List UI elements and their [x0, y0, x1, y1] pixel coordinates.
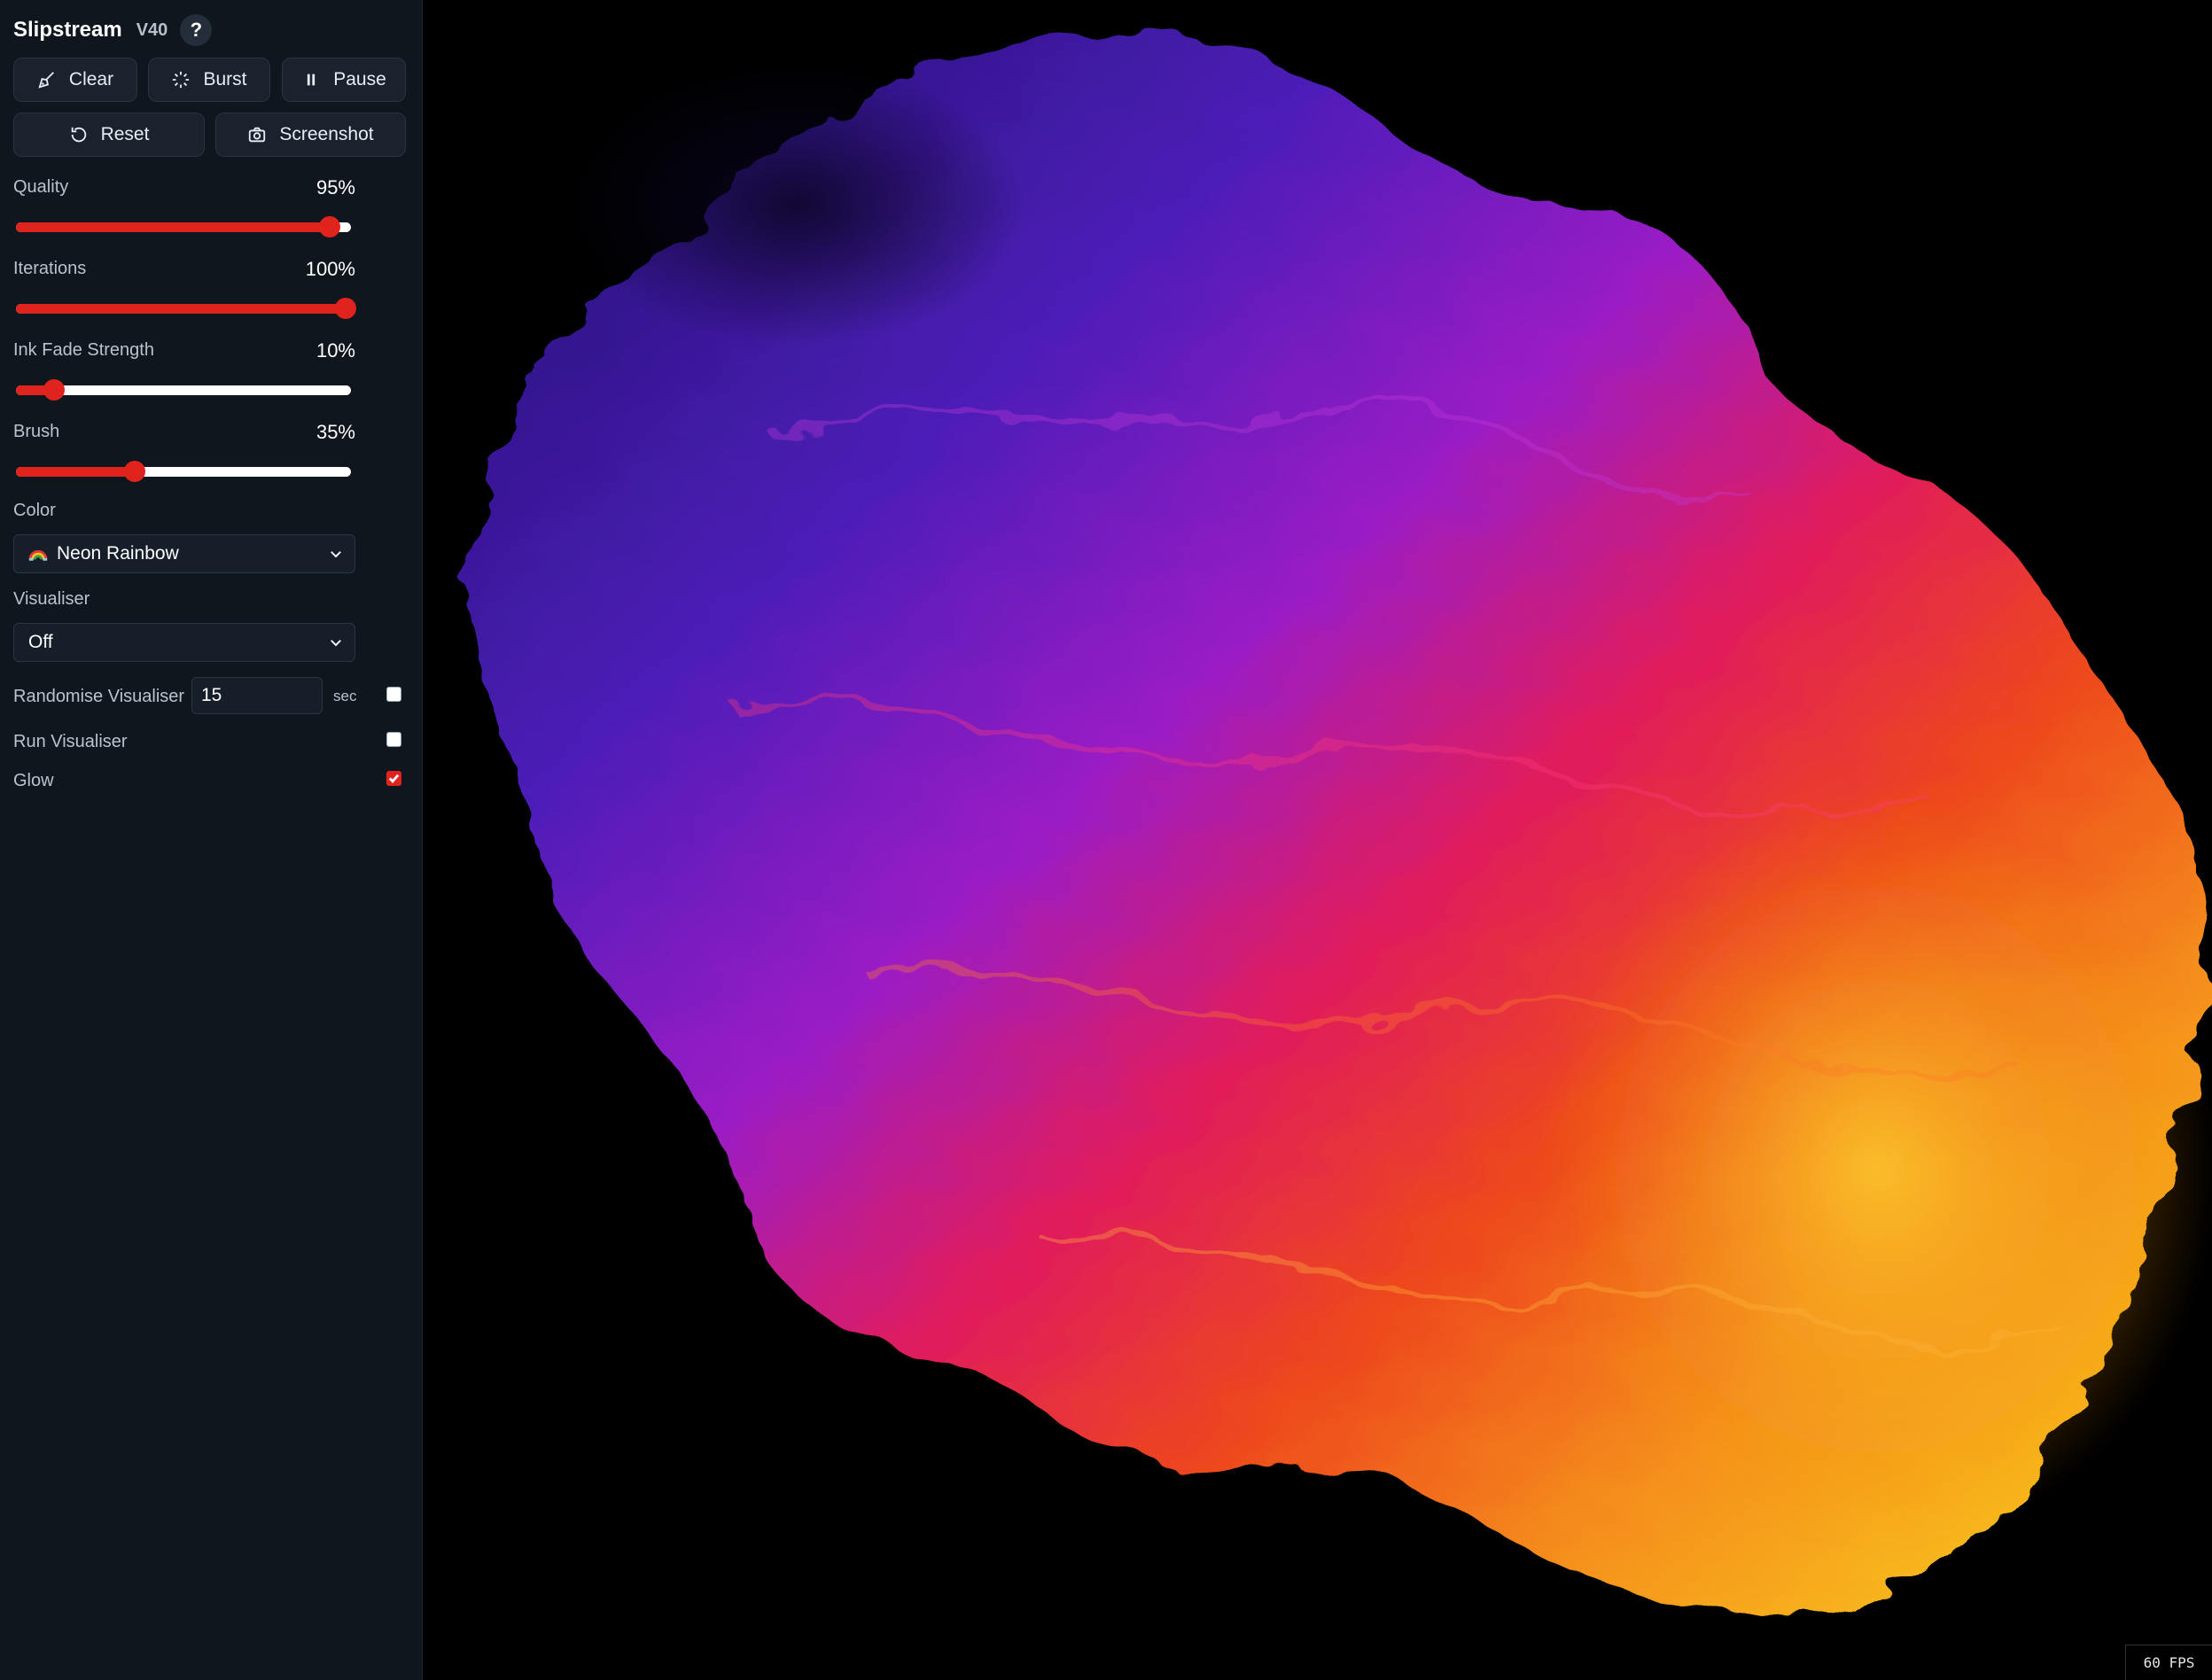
pause-button[interactable]: Pause — [282, 58, 406, 102]
reset-button[interactable]: Reset — [13, 113, 205, 157]
app-title: Slipstream — [13, 18, 122, 42]
ink-fade-slider[interactable] — [16, 379, 351, 401]
brush-slider-thumb[interactable] — [124, 461, 145, 482]
reset-button-label: Reset — [100, 124, 150, 144]
visualiser-label: Visualiser — [13, 589, 90, 609]
randomise-visualiser-checkbox[interactable] — [386, 687, 401, 702]
quality-slider-fill — [16, 222, 330, 232]
burst-icon — [173, 71, 190, 89]
app-root: Slipstream V40 ? Clear Burst Pause Reset… — [0, 0, 2212, 1680]
control-panel: Slipstream V40 ? Clear Burst Pause Reset… — [0, 0, 423, 1680]
checkmark-icon — [388, 774, 400, 783]
version-label: V40 — [136, 19, 168, 40]
ink-fade-slider-thumb[interactable] — [43, 379, 65, 401]
chevron-down-icon — [331, 640, 341, 647]
color-select-value: Neon Rainbow — [57, 543, 179, 564]
randomise-interval-input[interactable] — [191, 677, 323, 714]
broom-icon — [38, 72, 54, 89]
color-select[interactable]: Neon Rainbow — [13, 534, 355, 573]
reset-icon — [71, 127, 86, 143]
iterations-label: Iterations — [13, 259, 87, 278]
help-button[interactable]: ? — [180, 14, 213, 46]
color-label: Color — [13, 501, 56, 520]
clear-button[interactable]: Clear — [13, 58, 137, 102]
quality-label: Quality — [13, 177, 69, 197]
brush-slider-fill — [16, 467, 135, 477]
visualiser-select[interactable]: Off — [13, 623, 355, 662]
iterations-slider[interactable] — [16, 298, 356, 319]
title-row: Slipstream V40 ? — [13, 14, 213, 46]
glow-checkbox[interactable] — [386, 771, 401, 786]
iterations-slider-fill — [16, 304, 346, 314]
fps-counter: 60 FPS — [2125, 1645, 2212, 1680]
brush-label: Brush — [13, 422, 60, 441]
camera-icon — [249, 127, 266, 143]
run-visualiser-checkbox[interactable] — [386, 732, 401, 747]
quality-slider[interactable] — [16, 216, 351, 237]
randomise-unit-label: sec — [333, 688, 357, 704]
pause-button-label: Pause — [333, 69, 386, 89]
burst-button[interactable]: Burst — [148, 58, 270, 102]
quality-value: 95% — [315, 176, 355, 198]
brush-value: 35% — [315, 421, 355, 443]
chevron-down-icon — [331, 551, 341, 558]
screenshot-button-label: Screenshot — [279, 124, 374, 144]
ink-fade-label: Ink Fade Strength — [13, 340, 154, 360]
fluid-canvas[interactable]: 60 FPS — [424, 0, 2212, 1680]
quality-slider-thumb[interactable] — [319, 216, 340, 237]
iterations-value: 100% — [305, 258, 355, 280]
burst-button-label: Burst — [203, 69, 247, 89]
ink-fade-value: 10% — [315, 339, 355, 362]
glow-label: Glow — [13, 771, 54, 790]
screenshot-button[interactable]: Screenshot — [215, 113, 406, 157]
brush-slider[interactable] — [16, 461, 351, 482]
pause-icon — [308, 74, 315, 86]
clear-button-label: Clear — [68, 69, 114, 89]
visualiser-select-value: Off — [28, 632, 53, 652]
rainbow-icon — [28, 549, 48, 561]
randomise-visualiser-label: Randomise Visualiser — [13, 687, 185, 706]
iterations-slider-thumb[interactable] — [335, 298, 356, 319]
fluid-ink-render — [463, 33, 2212, 1621]
run-visualiser-label: Run Visualiser — [13, 732, 128, 751]
